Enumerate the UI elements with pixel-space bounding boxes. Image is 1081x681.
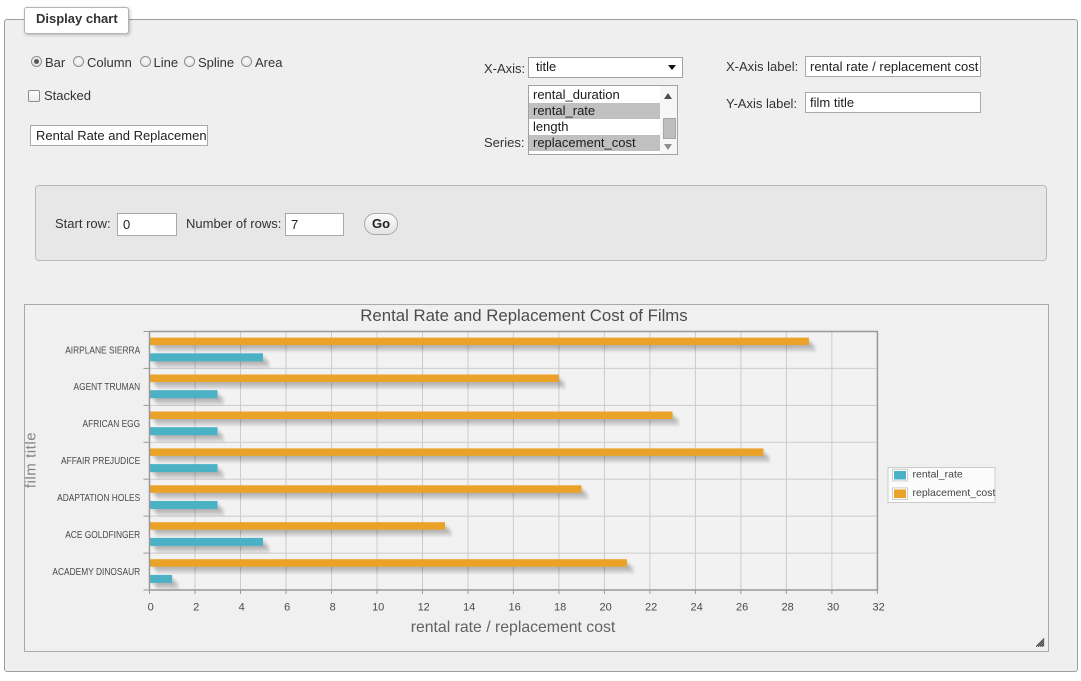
svg-text:8: 8 [330,602,336,614]
svg-text:12: 12 [418,602,430,614]
svg-text:Rental Rate and Replacement Co: Rental Rate and Replacement Cost of Film… [360,306,687,325]
svg-text:ADAPTATION HOLES: ADAPTATION HOLES [57,493,140,504]
svg-text:32: 32 [872,602,884,614]
svg-text:26: 26 [736,602,748,614]
svg-text:2: 2 [193,602,199,614]
svg-text:30: 30 [827,602,839,614]
svg-text:28: 28 [781,602,793,614]
svg-text:film title: film title [25,432,40,488]
svg-text:AGENT TRUMAN: AGENT TRUMAN [74,382,141,393]
svg-text:24: 24 [690,602,702,614]
svg-text:rental rate / replacement cost: rental rate / replacement cost [411,619,616,636]
svg-text:10: 10 [372,602,384,614]
svg-text:0: 0 [148,602,154,614]
svg-text:rental_rate: rental_rate [913,469,963,481]
svg-text:4: 4 [239,602,245,614]
svg-text:AFRICAN EGG: AFRICAN EGG [83,419,141,430]
svg-text:AIRPLANE SIERRA: AIRPLANE SIERRA [65,345,140,356]
svg-text:ACE GOLDFINGER: ACE GOLDFINGER [65,530,140,541]
svg-text:20: 20 [599,602,611,614]
svg-text:6: 6 [284,602,290,614]
svg-text:16: 16 [508,602,520,614]
svg-text:18: 18 [554,602,566,614]
svg-text:AFFAIR PREJUDICE: AFFAIR PREJUDICE [61,456,140,467]
svg-text:14: 14 [463,602,475,614]
svg-text:22: 22 [645,602,657,614]
svg-text:replacement_cost: replacement_cost [913,487,996,499]
svg-text:ACADEMY DINOSAUR: ACADEMY DINOSAUR [52,567,140,578]
